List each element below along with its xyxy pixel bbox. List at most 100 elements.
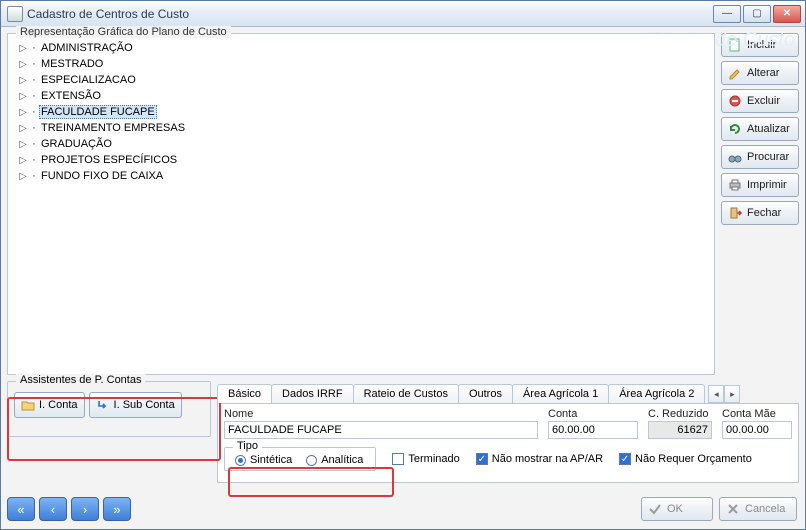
iconta-button[interactable]: I. Conta bbox=[14, 392, 85, 418]
button-label: Atualizar bbox=[747, 123, 790, 135]
excluir-button[interactable]: Excluir bbox=[721, 89, 799, 113]
checkbox-label: Terminado bbox=[408, 453, 459, 465]
tipo-legend: Tipo bbox=[233, 440, 262, 452]
button-label: I. Sub Conta bbox=[114, 399, 175, 411]
checkbox-icon: ✓ bbox=[619, 453, 631, 465]
tree-node[interactable]: ▷·MESTRADO bbox=[12, 56, 712, 72]
tab-scroll-left[interactable]: ◂ bbox=[708, 385, 724, 403]
radio-icon bbox=[235, 455, 246, 466]
tipo-groupbox: Tipo Sintética Analítica bbox=[224, 447, 376, 471]
expand-icon[interactable]: ▷ bbox=[18, 155, 28, 166]
tree-node[interactable]: ▷·PROJETOS ESPECÍFICOS bbox=[12, 152, 712, 168]
button-label: Procurar bbox=[747, 151, 789, 163]
tab-dados-irrf[interactable]: Dados IRRF bbox=[271, 384, 354, 403]
chk-nao-orcamento[interactable]: ✓ Não Requer Orçamento bbox=[619, 453, 752, 465]
isubconta-button[interactable]: I. Sub Conta bbox=[89, 392, 182, 418]
procurar-button[interactable]: Procurar bbox=[721, 145, 799, 169]
tree-node-label: EXTENSÃO bbox=[39, 90, 103, 102]
tab-agricola1[interactable]: Área Agrícola 1 bbox=[512, 384, 609, 403]
conta-mae-input[interactable] bbox=[722, 421, 792, 439]
conta-mae-label: Conta Mãe bbox=[722, 408, 792, 420]
tree-groupbox: Representação Gráfica do Plano de Custo … bbox=[7, 33, 715, 375]
chk-nao-mostrar[interactable]: ✓Não mostrar na AP/AR bbox=[476, 453, 603, 465]
radio-sintetica[interactable]: Sintética bbox=[235, 454, 292, 466]
tabstrip: Básico Dados IRRF Rateio de Custos Outro… bbox=[217, 381, 799, 403]
tree-node-label: ADMINISTRAÇÃO bbox=[39, 42, 135, 54]
expand-icon[interactable]: ▷ bbox=[18, 139, 28, 150]
delete-icon bbox=[728, 94, 742, 108]
assist-legend: Assistentes de P. Contas bbox=[16, 374, 145, 386]
client-area: Centro de Custo Representação Gráfica do… bbox=[1, 27, 805, 529]
nav-last-button[interactable]: » bbox=[103, 497, 131, 521]
nav-first-button[interactable]: « bbox=[7, 497, 35, 521]
creduzido-input bbox=[648, 421, 712, 439]
tree-node-label: FUNDO FIXO DE CAIXA bbox=[39, 170, 165, 182]
app-window: Cadastro de Centros de Custo — ▢ ✕ Centr… bbox=[0, 0, 806, 530]
button-label: Fechar bbox=[747, 207, 781, 219]
expand-icon[interactable]: ▷ bbox=[18, 123, 28, 134]
dialog-buttons: OK Cancela bbox=[641, 497, 797, 521]
nav-prev-button[interactable]: ‹ bbox=[39, 497, 67, 521]
minimize-button[interactable]: — bbox=[713, 5, 741, 23]
tab-rateio[interactable]: Rateio de Custos bbox=[353, 384, 459, 403]
tab-outros[interactable]: Outros bbox=[458, 384, 513, 403]
tree-node-label: GRADUAÇÃO bbox=[39, 138, 114, 150]
app-icon bbox=[7, 6, 23, 22]
tab-scroll-right[interactable]: ▸ bbox=[724, 385, 740, 403]
window-controls: — ▢ ✕ bbox=[713, 5, 805, 23]
alterar-button[interactable]: Alterar bbox=[721, 61, 799, 85]
tree-node[interactable]: ▷·ADMINISTRAÇÃO bbox=[12, 40, 712, 56]
tree-node[interactable]: ▷·TREINAMENTO EMPRESAS bbox=[12, 120, 712, 136]
pencil-icon bbox=[728, 66, 742, 80]
ok-button[interactable]: OK bbox=[641, 497, 713, 521]
checkbox-icon: ✓ bbox=[476, 453, 488, 465]
tree-node[interactable]: ▷·ESPECIALIZACAO bbox=[12, 72, 712, 88]
record-nav: « ‹ › » bbox=[7, 497, 131, 521]
tab-panel-basico: Nome Conta C. Reduzido Conta Mãe bbox=[217, 403, 799, 483]
tree-scroll[interactable]: ▷·ADMINISTRAÇÃO ▷·MESTRADO ▷·ESPECIALIZA… bbox=[12, 40, 712, 370]
radio-label: Sintética bbox=[250, 454, 292, 466]
button-label: Cancela bbox=[745, 503, 785, 515]
tab-basico[interactable]: Básico bbox=[217, 384, 272, 403]
conta-input[interactable] bbox=[548, 421, 638, 439]
checkbox-label: Não Requer Orçamento bbox=[635, 453, 752, 465]
expand-icon[interactable]: ▷ bbox=[18, 75, 28, 86]
door-icon bbox=[728, 206, 742, 220]
nome-input[interactable] bbox=[224, 421, 538, 439]
radio-analitica[interactable]: Analítica bbox=[306, 454, 363, 466]
expand-icon[interactable]: ▷ bbox=[18, 43, 28, 54]
close-button[interactable]: ✕ bbox=[773, 5, 801, 23]
maximize-button[interactable]: ▢ bbox=[743, 5, 771, 23]
button-label: OK bbox=[667, 503, 683, 515]
atualizar-button[interactable]: Atualizar bbox=[721, 117, 799, 141]
chk-terminado[interactable]: Terminado bbox=[392, 453, 459, 465]
creduzido-label: C. Reduzido bbox=[648, 408, 712, 420]
tree-node-label: ESPECIALIZACAO bbox=[39, 74, 138, 86]
folder-plus-icon bbox=[21, 398, 35, 412]
tree-node-selected[interactable]: ▷·FACULDADE FUCAPE bbox=[12, 104, 712, 120]
arrow-sub-icon bbox=[96, 398, 110, 412]
checkbox-icon bbox=[392, 453, 404, 465]
cancela-button[interactable]: Cancela bbox=[719, 497, 797, 521]
imprimir-button[interactable]: Imprimir bbox=[721, 173, 799, 197]
titlebar: Cadastro de Centros de Custo — ▢ ✕ bbox=[1, 1, 805, 27]
tab-agricola2[interactable]: Área Agrícola 2 bbox=[608, 384, 705, 403]
tree: ▷·ADMINISTRAÇÃO ▷·MESTRADO ▷·ESPECIALIZA… bbox=[12, 40, 712, 184]
expand-icon[interactable]: ▷ bbox=[18, 171, 28, 182]
tree-node[interactable]: ▷·FUNDO FIXO DE CAIXA bbox=[12, 168, 712, 184]
tree-node[interactable]: ▷·GRADUAÇÃO bbox=[12, 136, 712, 152]
expand-icon[interactable]: ▷ bbox=[18, 59, 28, 70]
assist-groupbox: Assistentes de P. Contas I. Conta I. Sub… bbox=[7, 381, 211, 437]
button-label: Alterar bbox=[747, 67, 779, 79]
tree-node-label: FACULDADE FUCAPE bbox=[39, 105, 157, 119]
nome-label: Nome bbox=[224, 408, 538, 420]
action-sidebar: Incluir Alterar Excluir Atualizar Procur… bbox=[721, 33, 799, 375]
nav-next-button[interactable]: › bbox=[71, 497, 99, 521]
binoculars-icon bbox=[728, 150, 742, 164]
tree-legend: Representação Gráfica do Plano de Custo bbox=[16, 26, 231, 38]
fechar-button[interactable]: Fechar bbox=[721, 201, 799, 225]
tree-node[interactable]: ▷·EXTENSÃO bbox=[12, 88, 712, 104]
printer-icon bbox=[728, 178, 742, 192]
expand-icon[interactable]: ▷ bbox=[18, 91, 28, 102]
expand-icon[interactable]: ▷ bbox=[18, 107, 28, 118]
